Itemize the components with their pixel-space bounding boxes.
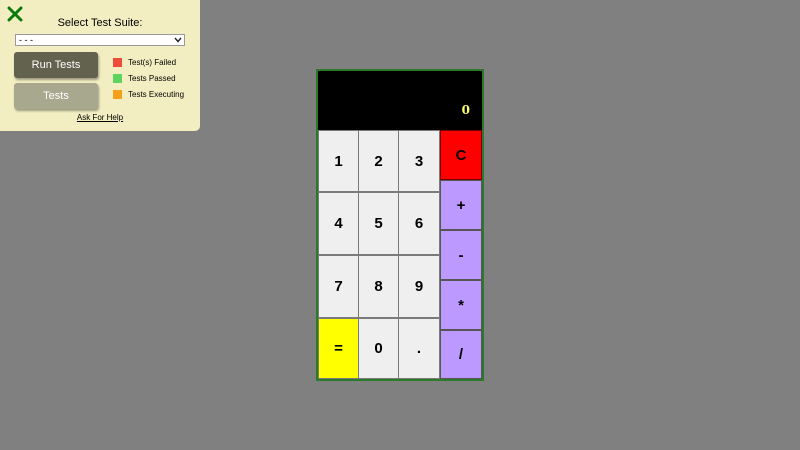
test-suite-label: Select Test Suite: (57, 17, 143, 29)
key-4[interactable]: 4 (318, 192, 359, 255)
key-7[interactable]: 7 (318, 255, 359, 318)
divide-button[interactable]: / (440, 330, 482, 379)
key-0[interactable]: 0 (358, 318, 399, 379)
key-2[interactable]: 2 (358, 130, 399, 192)
ask-for-help-link[interactable]: Ask For Help (0, 113, 200, 122)
decimal-button[interactable]: . (398, 318, 440, 379)
clear-button[interactable]: C (440, 130, 482, 180)
key-1[interactable]: 1 (318, 130, 359, 192)
test-panel: Select Test Suite: - - - Run Tests Tests… (0, 0, 200, 131)
key-9[interactable]: 9 (398, 255, 440, 318)
equals-button[interactable]: = (318, 318, 359, 379)
executing-swatch (113, 90, 122, 99)
legend-label-failed: Test(s) Failed (128, 58, 177, 67)
passed-swatch (113, 74, 122, 83)
key-3[interactable]: 3 (398, 130, 440, 192)
subtract-button[interactable]: - (440, 230, 482, 280)
run-tests-button[interactable]: Run Tests (14, 52, 98, 78)
display-value: 0 (461, 103, 470, 117)
test-suite-select-value: - - - (19, 35, 33, 45)
tests-button[interactable]: Tests (14, 83, 98, 109)
key-8[interactable]: 8 (358, 255, 399, 318)
calculator-display: 0 (318, 71, 482, 130)
multiply-button[interactable]: * (440, 280, 482, 330)
key-6[interactable]: 6 (398, 192, 440, 255)
calculator: 0 1 2 3 C 4 5 6 + 7 8 9 - = 0 . * / (316, 69, 484, 381)
test-suite-select[interactable]: - - - (15, 34, 185, 46)
key-5[interactable]: 5 (358, 192, 399, 255)
legend-label-passed: Tests Passed (128, 74, 176, 83)
chevron-down-icon (174, 37, 182, 43)
add-button[interactable]: + (440, 180, 482, 230)
failed-swatch (113, 58, 122, 67)
legend-label-executing: Tests Executing (128, 90, 185, 99)
